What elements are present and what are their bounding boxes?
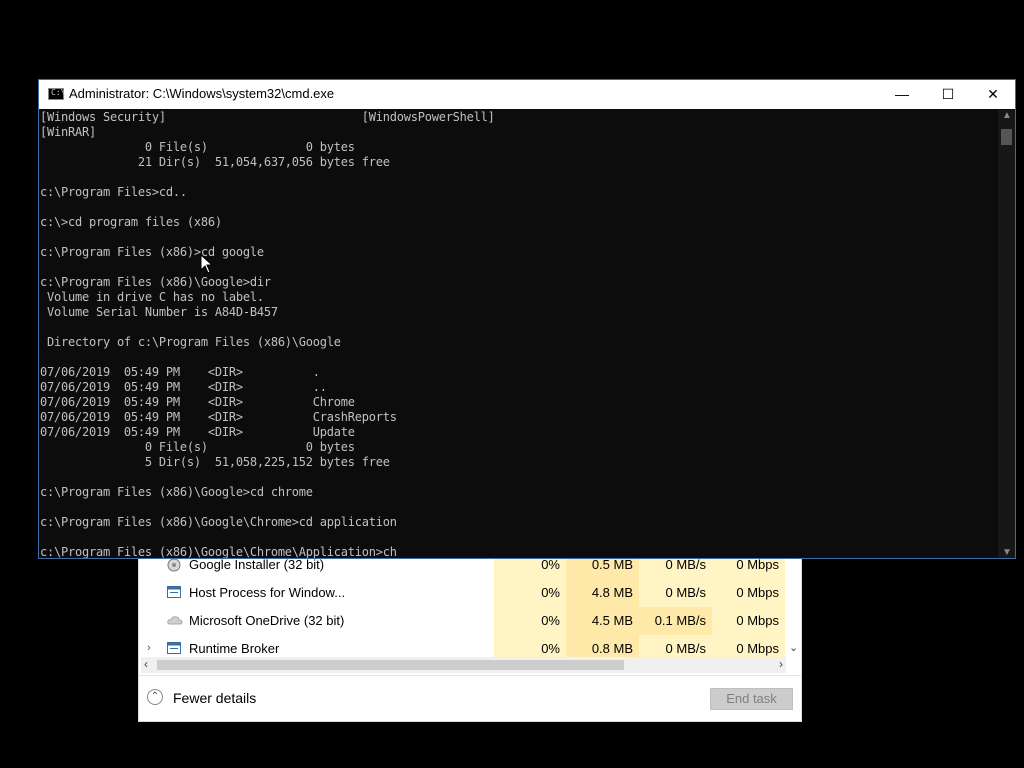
cmd-window[interactable]: C:\ Administrator: C:\Windows\system32\c…: [38, 79, 1016, 559]
scroll-down-arrow-icon[interactable]: ▼: [1002, 547, 1012, 558]
console-line: [Windows Security] [WindowsPowerShell]: [40, 110, 495, 124]
scrollbar-thumb[interactable]: [1001, 129, 1012, 145]
window-title: Administrator: C:\Windows\system32\cmd.e…: [69, 86, 335, 101]
console-line: Volume in drive C has no label.: [40, 290, 264, 304]
memory-value: 4.5 MB: [566, 607, 639, 635]
minimize-button[interactable]: —: [879, 80, 925, 109]
process-row[interactable]: Microsoft OneDrive (32 bit) 0% 4.5 MB 0.…: [139, 607, 785, 635]
chevron-up-circle-icon[interactable]: ⌃: [147, 689, 163, 705]
process-name: Runtime Broker: [189, 641, 280, 656]
chevron-right-icon[interactable]: ›: [147, 642, 151, 654]
memory-value: 4.8 MB: [566, 579, 639, 607]
console-line: c:\Program Files (x86)\Google>dir: [40, 275, 271, 289]
console-line: c:\Program Files (x86)>cd google: [40, 245, 264, 259]
command-input[interactable]: c:\Program Files (x86)\Google\Chrome\App…: [40, 545, 397, 558]
console-output[interactable]: [Windows Security] [WindowsPowerShell] […: [40, 110, 998, 558]
console-line: 07/06/2019 05:49 PM <DIR> CrashReports: [40, 410, 397, 424]
process-name: Microsoft OneDrive (32 bit): [189, 613, 345, 628]
close-icon: ✕: [987, 86, 999, 102]
scroll-down-arrow-icon[interactable]: ⌄: [789, 641, 798, 654]
console-line: [WinRAR]: [40, 125, 96, 139]
cmd-icon-text: C:\: [51, 88, 66, 97]
console-line: 0 File(s) 0 bytes: [40, 140, 355, 154]
cpu-value: 0%: [494, 607, 566, 635]
command-input-line[interactable]: c:\Program Files (x86)\Google\Chrome\App…: [40, 545, 998, 558]
window-process-icon: [167, 586, 181, 598]
onedrive-cloud-icon: [167, 614, 183, 626]
task-manager-window: Google Installer (32 bit) 0% 0.5 MB 0 MB…: [138, 551, 802, 722]
cmd-icon: C:\: [48, 88, 66, 100]
horizontal-scrollbar[interactable]: ‹ ›: [141, 657, 786, 673]
network-value: 0 Mbps: [712, 579, 785, 607]
process-name: Host Process for Window...: [189, 585, 346, 600]
minimize-icon: —: [895, 86, 909, 102]
console-line: c:\Program Files (x86)\Google>cd chrome: [40, 485, 313, 499]
disk-value: 0.1 MB/s: [639, 607, 712, 635]
console-line: 5 Dir(s) 51,058,225,152 bytes free: [40, 455, 390, 469]
console-line: c:\Program Files (x86)\Google\Chrome>cd …: [40, 515, 397, 529]
disk-value: 0 MB/s: [639, 579, 712, 607]
maximize-icon: ☐: [941, 86, 955, 102]
console-line: c:\>cd program files (x86): [40, 215, 222, 229]
vertical-scrollbar[interactable]: ▲ ▼: [998, 110, 1015, 558]
maximize-button[interactable]: ☐: [925, 80, 971, 109]
console-line: 07/06/2019 05:49 PM <DIR> ..: [40, 380, 327, 394]
network-value: 0 Mbps: [712, 607, 785, 635]
scroll-left-arrow-icon[interactable]: ‹: [144, 657, 148, 671]
console-line: Volume Serial Number is A84D-B457: [40, 305, 278, 319]
end-task-button[interactable]: End task: [710, 688, 793, 710]
mouse-pointer-icon: [200, 254, 214, 274]
console-line: c:\Program Files>cd..: [40, 185, 187, 199]
scroll-right-arrow-icon[interactable]: ›: [779, 657, 783, 671]
console-line: 07/06/2019 05:49 PM <DIR> Chrome: [40, 395, 355, 409]
process-row[interactable]: Host Process for Window... 0% 4.8 MB 0 M…: [139, 579, 785, 607]
window-process-icon: [167, 642, 181, 654]
title-bar[interactable]: C:\ Administrator: C:\Windows\system32\c…: [39, 80, 1015, 109]
installer-icon: [167, 558, 181, 572]
console-line: 21 Dir(s) 51,054,637,056 bytes free: [40, 155, 390, 169]
close-button[interactable]: ✕: [970, 80, 1016, 109]
console-line: 0 File(s) 0 bytes: [40, 440, 355, 454]
fewer-details-link[interactable]: Fewer details: [173, 690, 256, 706]
console-line: 07/06/2019 05:49 PM <DIR> .: [40, 365, 320, 379]
console-line: 07/06/2019 05:49 PM <DIR> Update: [40, 425, 355, 439]
task-manager-footer: ⌃ Fewer details End task: [139, 675, 801, 722]
console-line: Directory of c:\Program Files (x86)\Goog…: [40, 335, 341, 349]
scrollbar-thumb[interactable]: [157, 660, 624, 670]
cpu-value: 0%: [494, 579, 566, 607]
process-name: Google Installer (32 bit): [189, 557, 325, 572]
scroll-up-arrow-icon[interactable]: ▲: [1002, 110, 1012, 121]
